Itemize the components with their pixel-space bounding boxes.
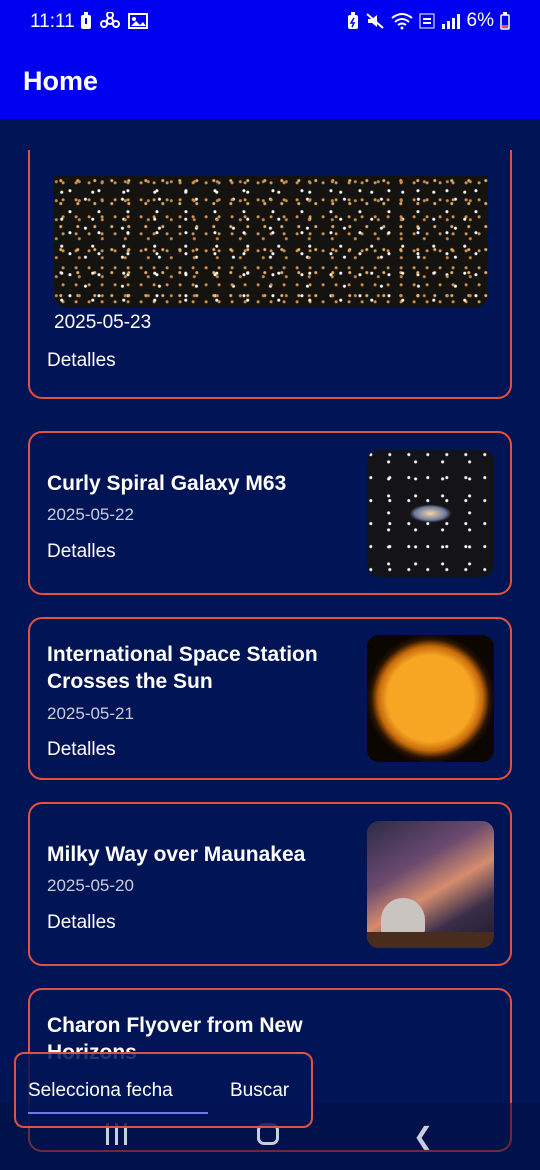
app-bar: Home <box>0 44 540 119</box>
apod-date: 2025-05-21 <box>47 704 134 723</box>
apod-title: International Space Station Crosses the … <box>47 643 318 693</box>
status-left-icons <box>80 12 148 30</box>
details-button[interactable]: Detalles <box>47 912 116 934</box>
battery-icon <box>500 12 510 30</box>
apod-title: Curly Spiral Galaxy M63 <box>47 472 287 495</box>
volte-icon <box>419 13 435 29</box>
fan-icon <box>100 12 120 28</box>
details-button[interactable]: Detalles <box>47 739 116 761</box>
date-field-underline <box>28 1112 208 1114</box>
apod-image <box>54 176 488 308</box>
apod-thumbnail <box>367 821 494 948</box>
back-icon[interactable]: ❮ <box>413 1122 433 1151</box>
gallery-icon <box>128 13 148 29</box>
apod-card[interactable]: Milky Way over Maunakea 2025-05-20 Detal… <box>28 802 512 966</box>
battery-alert-icon <box>81 12 91 29</box>
apod-card[interactable]: International Space Station Crosses the … <box>28 617 512 780</box>
wifi-icon <box>390 13 413 30</box>
apod-date: 2025-05-23 <box>54 312 152 333</box>
date-search-bar: Selecciona fecha Buscar <box>14 1052 313 1128</box>
details-button[interactable]: Detalles <box>47 350 116 372</box>
page-title: Home <box>23 66 99 96</box>
battery-percent: 6% <box>466 10 494 31</box>
apod-title: Milky Way over Maunakea <box>47 843 306 866</box>
details-button[interactable]: Detalles <box>47 541 116 563</box>
apod-date: 2025-05-20 <box>47 876 134 895</box>
apod-card[interactable]: Curly Spiral Galaxy M63 2025-05-22 Detal… <box>28 431 512 595</box>
observatory-dome <box>381 898 425 934</box>
search-button[interactable]: Buscar <box>230 1080 289 1102</box>
apod-date: 2025-05-22 <box>47 505 134 524</box>
date-select-field[interactable]: Selecciona fecha <box>28 1080 173 1102</box>
signal-icon <box>441 14 460 29</box>
apod-thumbnail <box>367 635 494 762</box>
status-time: 11:11 <box>30 11 75 32</box>
status-right: 6% <box>347 10 510 32</box>
ground <box>367 932 494 948</box>
battery-saver-icon <box>347 12 358 29</box>
apod-thumbnail <box>367 450 494 577</box>
apod-card[interactable]: 2025-05-23 Detalles <box>28 150 512 399</box>
mute-icon <box>365 13 384 29</box>
status-bar: 11:11 6% <box>0 0 540 44</box>
